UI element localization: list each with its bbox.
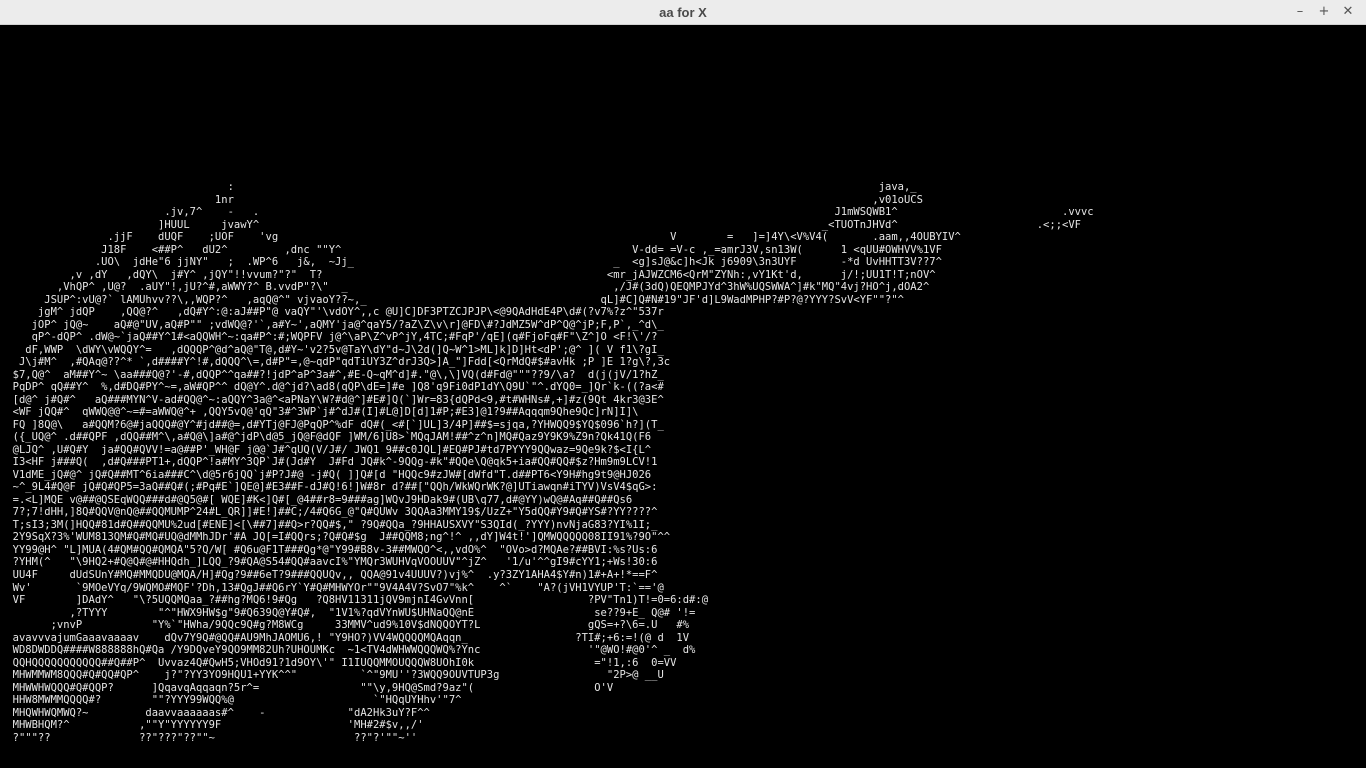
- ascii-art-line: MHQWHWQMWQ?~ daavvaaaaaas#^ - "dA2Hk3uY?…: [0, 706, 430, 719]
- ascii-art-line: PqDP^ qQ##Y^ %,d#DQ#PY^~=,aW#QP^^ dQ@Y^.…: [0, 381, 664, 394]
- ascii-art-line: ;vnvP "Y%`"HWha/9QQc9Q#g?M8WCg 33MMV^ud9…: [0, 619, 690, 632]
- maximize-button[interactable]: +: [1314, 2, 1334, 22]
- ascii-art-line: YY99@H^ "L]MUA(4#QM#QQ#QMQA"5?Q/W[ #Q6u@…: [0, 543, 658, 556]
- ascii-art-line: J18F <##P^ dU2^ ,dnc ""Y^ V-dd= =V-c ,_=…: [0, 243, 942, 256]
- ascii-art-line: @LJQ^ ,U#Q#Y ja#QQ#QVV!=a@##P'_WH@F j@@`…: [0, 443, 652, 456]
- ascii-art-line: 1nr ,v01oUCS: [0, 193, 923, 206]
- ascii-art-line: T;sI3;3M(]HQQ#81d#Q##QQMU%2ud[#ENE]<[\##…: [0, 518, 658, 531]
- ascii-art-line: I3<HF j###Q( ,d#Q###PT1+,dQQP^!a#MY^3QP`…: [0, 456, 658, 469]
- ascii-art-line: ]HUUL jvawY^ _<TUOTnJHVd^ .<;;<VF: [0, 218, 1081, 231]
- ascii-art-line: : java,_: [0, 181, 917, 193]
- ascii-art-line: JSUP^:vU@?` lAMUhvv??\,,WQP?^ ,aqQ@^" vj…: [0, 293, 904, 306]
- close-button[interactable]: ✕: [1338, 2, 1358, 22]
- ascii-art-line: QQHQQQQQQQQQQQ##Q##P^ Uvvaz4Q#QwH5;VHOd9…: [0, 656, 677, 669]
- ascii-art-line: HHW8MWMMQQQQ#? ""?YYY99WQQ%@ `"HQqUYHhv'…: [0, 694, 462, 707]
- ascii-art-canvas: : java,_ 1nr ,v01oUCS .jv,7^ - . J1mWSQW…: [0, 25, 1366, 768]
- ascii-art-line: MHWMMWM8QQQ#Q#QQ#QP^ j?"?YY3YO9HQU1+YYK^…: [0, 669, 664, 682]
- ascii-art-line: ,VhQP^ ,U@? .aUY"!,jU?^#,aWWY?^ B.vvdP"?…: [0, 281, 930, 294]
- ascii-art-line: <WF jQQ#^ qWWQ@@^~=#=aWWQ@^+ ,QQY5vQ@'qQ…: [0, 406, 639, 419]
- ascii-art-line: ({_UQ@^ .d##QPF ,dQQ##M^\,a#Q@\]a#@^jdP\…: [0, 431, 652, 444]
- ascii-art-line: ?"""?? ??"???"??""~ ??"?'""~'': [0, 731, 418, 744]
- ascii-art-line: dF,WWP \dWY\vWQQY^= ,dQQQP^@d^aQ@"T@,d#Y…: [0, 343, 664, 356]
- ascii-art-line: WD8DWDDQ####W888888hQ#Qa /Y9DQveY9QO9MM8…: [0, 644, 696, 657]
- ascii-art-line: .UO\ jdHe"6 jjNY" ; .WP^6 j&, ~Jj_ _ <g]…: [0, 256, 942, 269]
- ascii-art-line: .jjF dUQF ;UOF 'vg V = ]=]4Y\<V%V4( .aam…: [0, 231, 961, 244]
- ascii-art-line: V1dME_jQ#@^ jQ#Q##MT^6ia###C^\d@5r6jQQ`j…: [0, 468, 652, 481]
- ascii-art-line: =.<L]MQE v@##@QSEqWQQ###d#@Q5@#[ WQE]#K<…: [0, 493, 633, 506]
- ascii-art-line: MHWWHWQQQ#Q#QQP? ]QqavqAqqaqn?5r^= ""\y,…: [0, 681, 614, 694]
- ascii-art-line: ,v ,dY ,dQY\ j#Y^ ,jQY"!!vvum?"?" T? <mr…: [0, 268, 936, 281]
- ascii-art-line: 7?;7!dHH,]8Q#QQV@nQ@##QQMUMP^24#L_QR]]#E…: [0, 506, 658, 519]
- ascii-art-line: jOP^ jQ@~ aQ#@"UV,aQ#P"" ;vdWQ@?'`,a#Y~'…: [0, 318, 664, 331]
- ascii-art-line: ~^_9L4#Q@F jQ#Q#QP5=3aQ##Q#(;#Pq#E`]QE@]…: [0, 481, 658, 494]
- ascii-art-line: 2Y9SqX?3%'WUM813QM#Q#MQ#UQ@dMMhJDr'#A JQ…: [0, 531, 671, 544]
- ascii-art-line: VF ]DAdY^ "\?5UQQMQaa_?##hg?MQ6!9#Qg ?Q8…: [0, 594, 709, 607]
- ascii-art-line: ,?TYYY "^"HWX9HW$g"9#Q639Q@Y#Q#, "1V1%?q…: [0, 606, 696, 619]
- ascii-art-line: .jv,7^ - . J1mWSQWB1^ .vvvc: [0, 206, 1094, 219]
- ascii-art-line: UU4F dUdSUnY#MQ#MMQDU@MQA/H]#Qg?9##6eT?9…: [0, 568, 658, 581]
- ascii-art-line: $7,Q@^ aM##Y^~ \aa###Q@?'-#,dQQP^^qa##?!…: [0, 368, 664, 381]
- ascii-art-line: jgM^ jdQP ,QQ@?^ ,dQ#Y^:@:aJ##P"@ vaQY"'…: [0, 306, 664, 319]
- window-title: aa for X: [659, 5, 707, 20]
- ascii-art-line: ?YHM(^ "\9HQ2+#Q@Q#@#HHQdh_]LQQ_?9#QA@S5…: [0, 556, 658, 569]
- ascii-art-line: Wv' `9MOeVYq/9WQMO#MQF'?Dh,13#QgJ##Q6rY`…: [0, 581, 664, 594]
- ascii-art-line: qP^-dQP^ .dW@~`jaQ##Y^1#<aQQWH^~:qa#P^:#…: [0, 331, 658, 344]
- ascii-art-line: avavvvajumGaaavaaaav dQv7Y9Q#@QQ#AU9MhJA…: [0, 631, 690, 644]
- ascii-art-line: J\j#M^ ,#QAq@??^* `,d####Y^!#,dQQQ^\=,d#…: [0, 356, 671, 369]
- window-titlebar: aa for X – + ✕: [0, 0, 1366, 25]
- ascii-art-line: [d@^ j#Q#^ aQ###MYN^V-ad#QQ@^~:aQQY^3a@^…: [0, 393, 664, 406]
- ascii-art: : java,_ 1nr ,v01oUCS .jv,7^ - . J1mWSQW…: [0, 181, 1094, 744]
- ascii-art-line: MHWBHQM?^ ,""Y"YYYYYY9F 'MH#2#$v,,/': [0, 719, 424, 732]
- minimize-button[interactable]: –: [1290, 2, 1310, 22]
- ascii-art-line: FQ ]8Q@\ a#QQM?6@#jaQQQ#@Y^#jd##@=,d#YTj…: [0, 418, 664, 431]
